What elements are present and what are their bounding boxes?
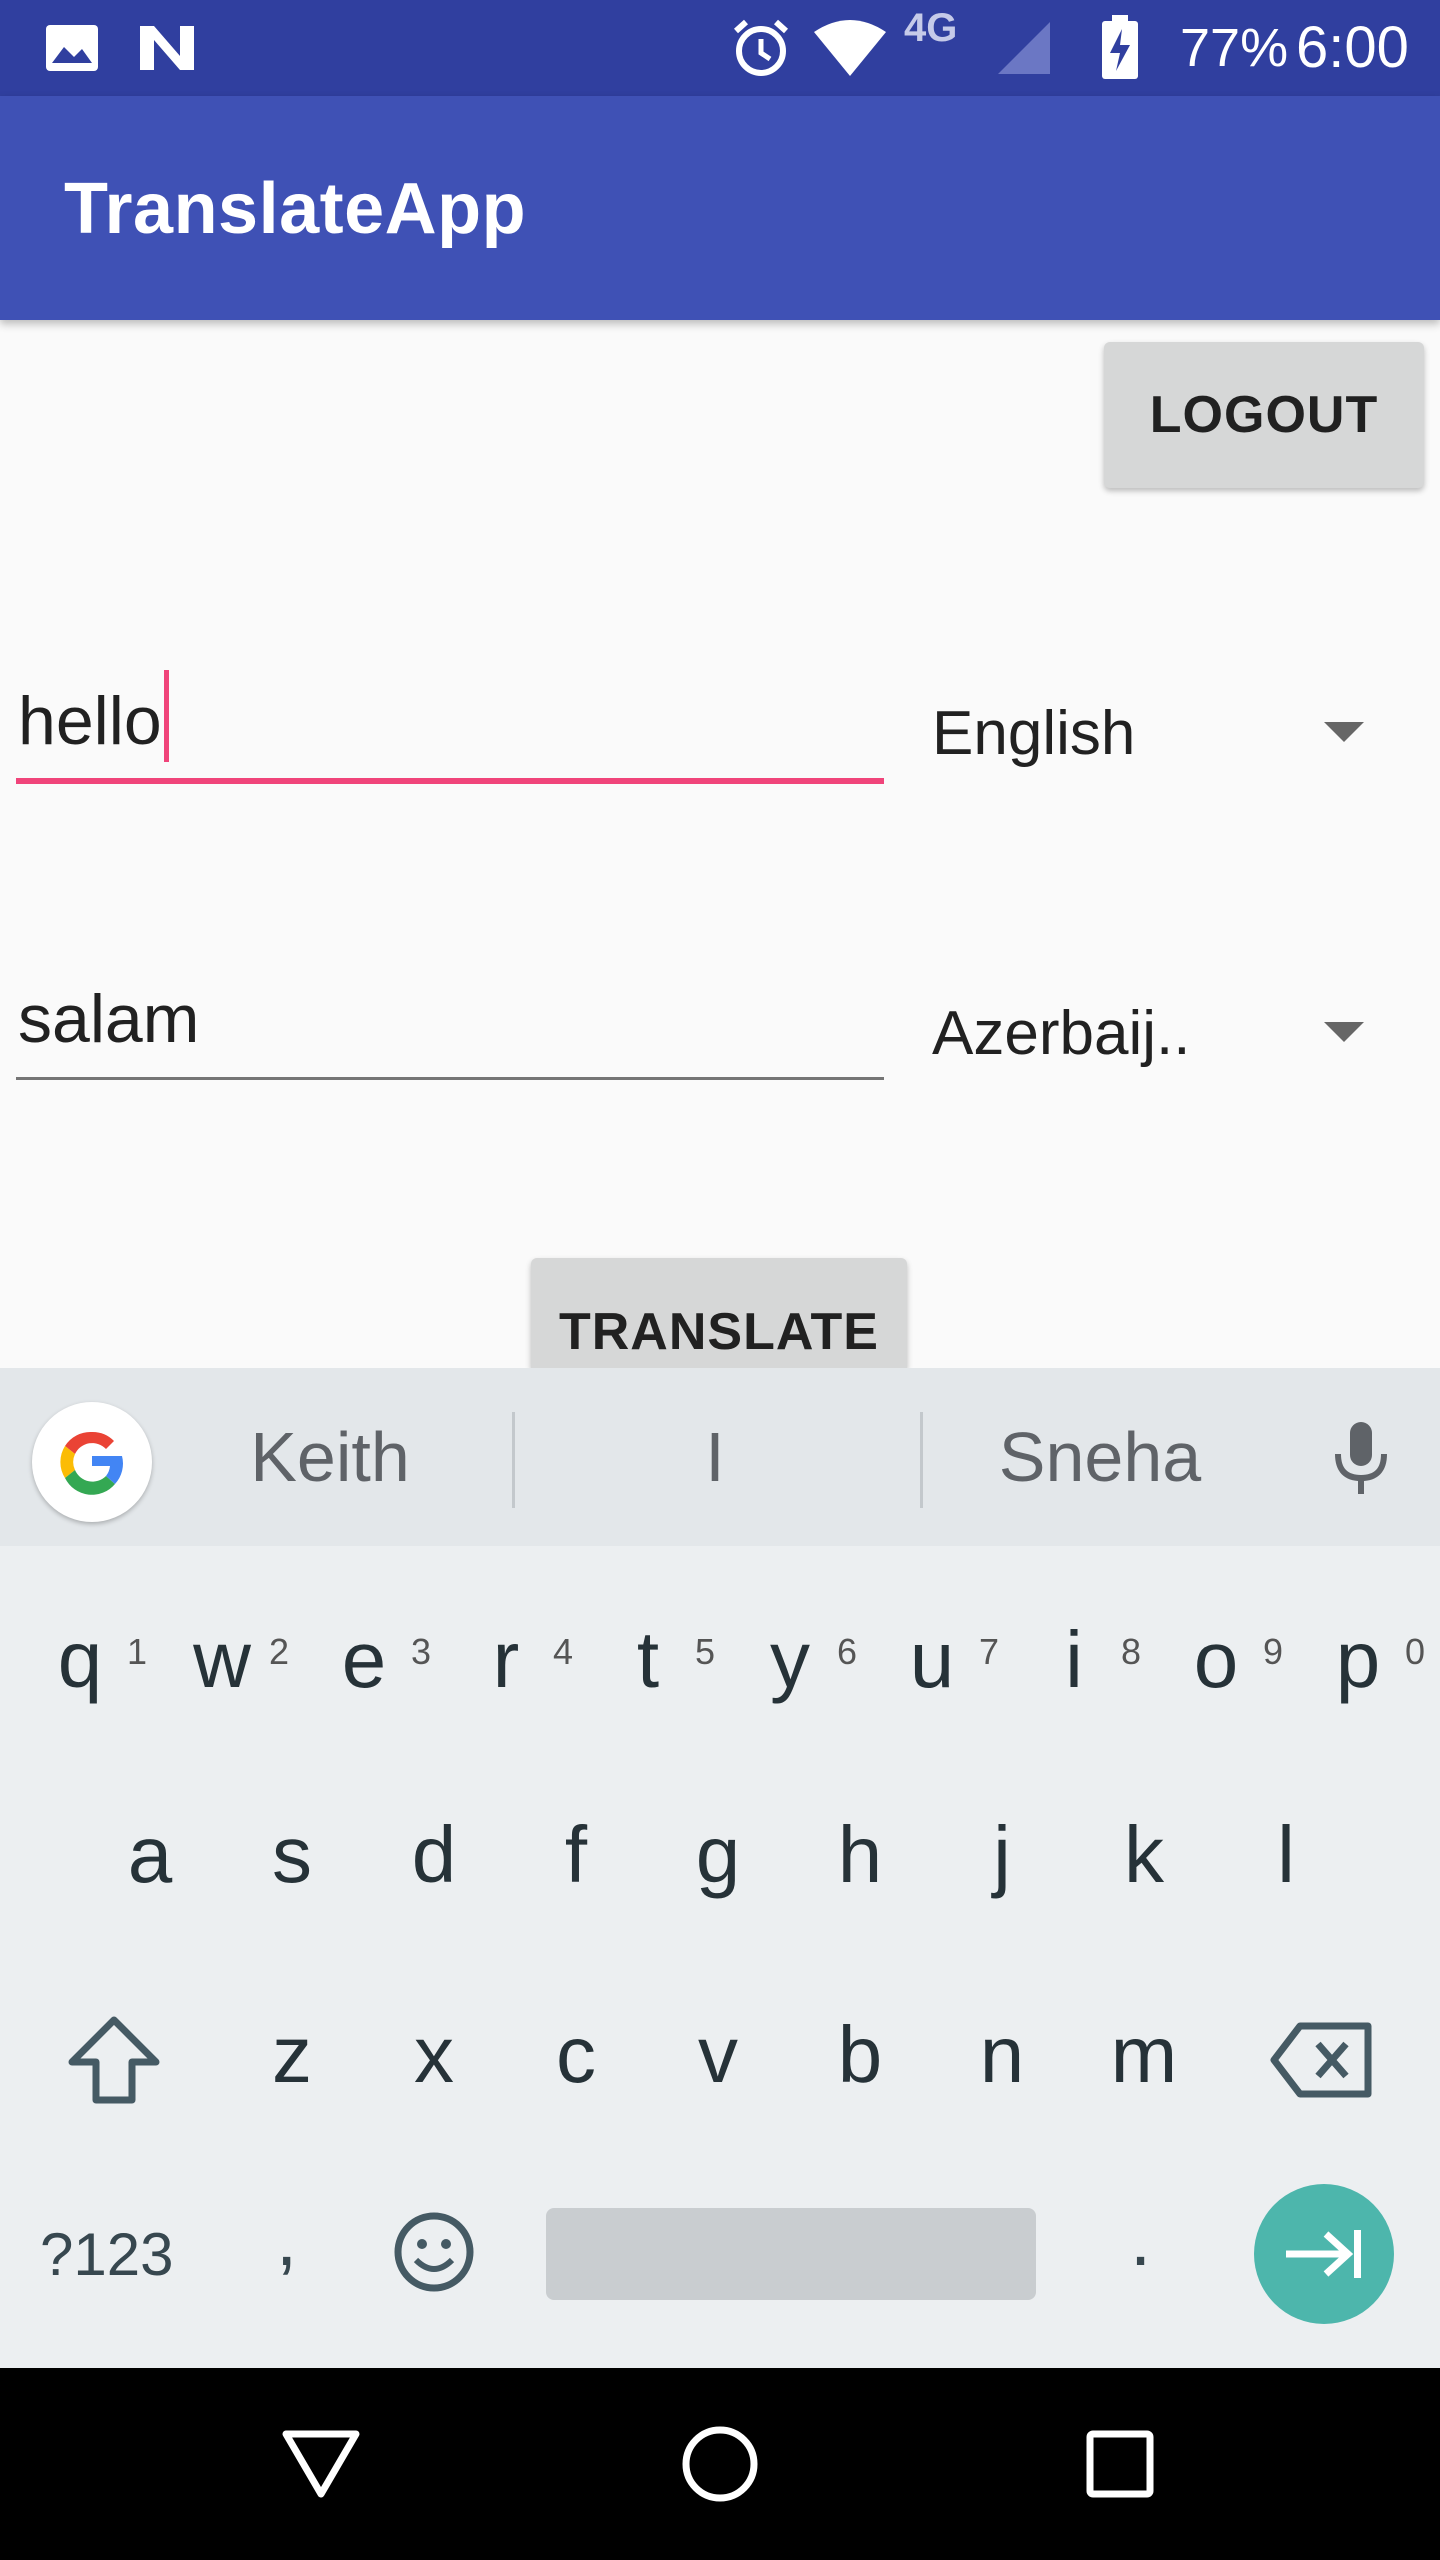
source-underline xyxy=(16,778,884,784)
tab-arrow-icon xyxy=(1286,2230,1361,2278)
target-text-field[interactable]: salam xyxy=(16,960,884,1080)
target-text: salam xyxy=(18,981,200,1057)
target-language-spinner[interactable]: Azerbaij.. xyxy=(932,976,1392,1086)
key-p[interactable]: p0 xyxy=(1287,1605,1429,1715)
translate-button[interactable]: TRANSLATE xyxy=(531,1258,907,1368)
key-b[interactable]: b xyxy=(789,2000,931,2110)
shift-icon[interactable] xyxy=(54,2000,174,2120)
key-t[interactable]: t5 xyxy=(577,1605,719,1715)
key-n[interactable]: n xyxy=(931,2000,1073,2110)
key-a[interactable]: a xyxy=(79,1800,221,1910)
battery-percent: 77% xyxy=(1180,18,1289,78)
back-icon[interactable] xyxy=(280,2368,362,2560)
period-key[interactable]: . xyxy=(1130,2196,1151,2283)
key-i[interactable]: i8 xyxy=(1003,1605,1145,1715)
target-language-label: Azerbaij.. xyxy=(932,999,1191,1068)
logout-button[interactable]: LOGOUT xyxy=(1104,342,1424,488)
key-z[interactable]: z xyxy=(221,2000,363,2110)
status-bar: 4G 77% 6:00 xyxy=(0,0,1440,96)
app-bar: TranslateApp xyxy=(0,96,1440,320)
key-y[interactable]: y6 xyxy=(719,1605,861,1715)
app-title: TranslateApp xyxy=(64,169,527,249)
navigation-bar xyxy=(0,2368,1440,2560)
signal-icon xyxy=(996,0,1052,96)
key-x[interactable]: x xyxy=(363,2000,505,2110)
key-f[interactable]: f xyxy=(505,1800,647,1910)
google-g-icon[interactable] xyxy=(32,1402,152,1522)
key-s[interactable]: s xyxy=(221,1800,363,1910)
alarm-icon xyxy=(730,0,792,96)
dropdown-arrow-icon xyxy=(1324,722,1364,742)
microphone-icon[interactable] xyxy=(1326,1418,1396,1503)
n-logo-icon xyxy=(136,0,198,96)
suggestion-2[interactable]: I xyxy=(560,1368,870,1546)
key-e[interactable]: e3 xyxy=(293,1605,435,1715)
key-u[interactable]: u7 xyxy=(861,1605,1003,1715)
suggestion-3[interactable]: Sneha xyxy=(940,1368,1260,1546)
key-l[interactable]: l xyxy=(1215,1800,1357,1910)
key-d[interactable]: d xyxy=(363,1800,505,1910)
source-language-spinner[interactable]: English xyxy=(932,676,1392,786)
symbols-key[interactable]: ?123 xyxy=(40,2210,173,2300)
key-c[interactable]: c xyxy=(505,2000,647,2110)
target-underline xyxy=(16,1077,884,1080)
key-m[interactable]: m xyxy=(1073,2000,1215,2110)
dropdown-arrow-icon xyxy=(1324,1022,1364,1042)
suggestion-1[interactable]: Keith xyxy=(170,1368,490,1546)
enter-key[interactable] xyxy=(1254,2184,1394,2324)
emoji-icon[interactable] xyxy=(386,2204,482,2300)
image-icon xyxy=(44,0,100,96)
key-g[interactable]: g xyxy=(647,1800,789,1910)
source-language-label: English xyxy=(932,699,1136,768)
text-cursor xyxy=(163,670,169,762)
network-label: 4G xyxy=(904,6,958,50)
key-h[interactable]: h xyxy=(789,1800,931,1910)
key-r[interactable]: r4 xyxy=(435,1605,577,1715)
key-v[interactable]: v xyxy=(647,2000,789,2110)
key-j[interactable]: j xyxy=(931,1800,1073,1910)
comma-key[interactable]: , xyxy=(276,2196,297,2283)
recents-icon[interactable] xyxy=(1084,2368,1156,2560)
wifi-icon xyxy=(812,0,888,96)
source-text: hello xyxy=(18,683,162,759)
key-w[interactable]: w2 xyxy=(151,1605,293,1715)
clock: 6:00 xyxy=(1296,15,1409,80)
home-icon[interactable] xyxy=(680,2368,760,2560)
space-bar[interactable] xyxy=(546,2208,1036,2300)
key-k[interactable]: k xyxy=(1073,1800,1215,1910)
key-q[interactable]: q1 xyxy=(9,1605,151,1715)
suggestion-divider xyxy=(512,1412,515,1508)
suggestion-divider xyxy=(920,1412,923,1508)
battery-charging-icon xyxy=(1100,0,1140,96)
key-o[interactable]: o9 xyxy=(1145,1605,1287,1715)
suggestion-strip: Keith I Sneha xyxy=(0,1368,1440,1546)
source-text-field[interactable]: hello xyxy=(16,660,884,784)
backspace-icon[interactable] xyxy=(1262,2000,1382,2120)
